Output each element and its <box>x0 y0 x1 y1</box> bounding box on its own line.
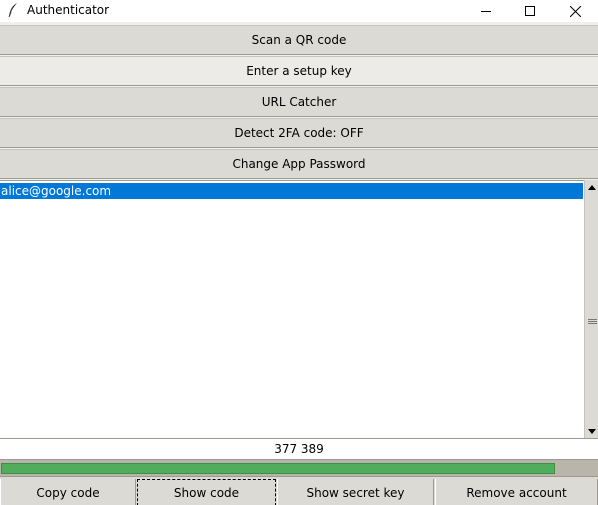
accounts-list[interactable]: alice@google.com <box>0 180 584 438</box>
list-scrollbar[interactable] <box>584 180 598 438</box>
progress-fill <box>1 463 555 474</box>
url-catcher-button[interactable]: URL Catcher <box>0 87 598 117</box>
grip-icon <box>588 318 597 326</box>
change-password-button[interactable]: Change App Password <box>0 149 598 179</box>
maximize-button[interactable] <box>507 0 553 22</box>
scroll-down-icon[interactable] <box>585 424 598 438</box>
title-bar: Authenticator <box>0 0 598 22</box>
list-item[interactable]: alice@google.com <box>0 183 583 199</box>
window-title: Authenticator <box>27 3 110 17</box>
scroll-up-icon[interactable] <box>585 180 598 194</box>
close-button[interactable] <box>552 0 598 22</box>
minimize-icon <box>481 11 491 12</box>
show-code-button[interactable]: Show code <box>137 479 276 505</box>
close-icon <box>569 5 581 17</box>
otp-code: 377 389 <box>0 438 598 459</box>
bottom-toolbar: Copy code Show code Show secret key Remo… <box>0 476 598 505</box>
scrollbar-thumb[interactable] <box>586 194 598 424</box>
scan-qr-button[interactable]: Scan a QR code <box>0 25 598 55</box>
timer-progress-bar <box>0 459 598 476</box>
minimize-button[interactable] <box>463 0 509 22</box>
detect-2fa-button[interactable]: Detect 2FA code: OFF <box>0 118 598 148</box>
copy-code-button[interactable]: Copy code <box>0 479 136 505</box>
remove-account-button[interactable]: Remove account <box>435 479 598 505</box>
feather-icon <box>8 3 17 18</box>
setup-key-button[interactable]: Enter a setup key <box>0 56 598 86</box>
maximize-icon <box>525 6 535 16</box>
show-secret-key-button[interactable]: Show secret key <box>277 479 434 505</box>
